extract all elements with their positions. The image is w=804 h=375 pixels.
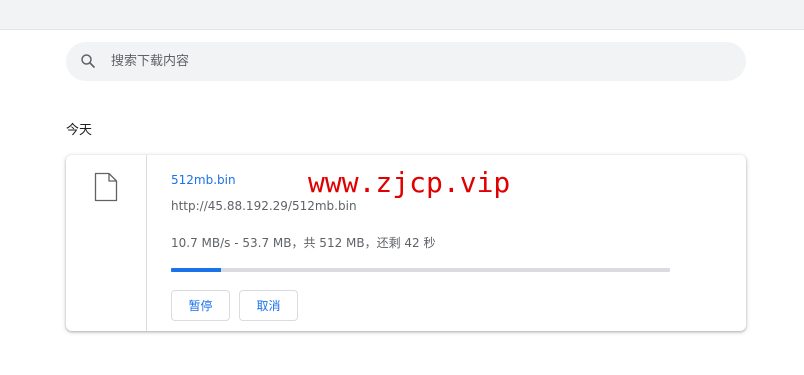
file-icon xyxy=(94,172,118,202)
file-icon-column xyxy=(66,155,147,331)
top-bar xyxy=(0,0,804,30)
file-name-link[interactable]: 512mb.bin xyxy=(171,173,236,187)
progress-bar xyxy=(171,268,670,272)
search-bar[interactable] xyxy=(66,42,746,81)
date-heading: 今天 xyxy=(66,123,93,138)
file-url: http://45.88.192.29/512mb.bin xyxy=(171,199,357,213)
search-icon xyxy=(79,52,97,70)
watermark-text: www.zjcp.vip xyxy=(308,166,511,199)
pause-button[interactable]: 暂停 xyxy=(171,290,230,321)
search-input[interactable] xyxy=(111,42,711,81)
cancel-button[interactable]: 取消 xyxy=(239,290,298,321)
download-status: 10.7 MB/s - 53.7 MB，共 512 MB，还剩 42 秒 xyxy=(171,236,436,250)
progress-fill xyxy=(171,268,221,272)
